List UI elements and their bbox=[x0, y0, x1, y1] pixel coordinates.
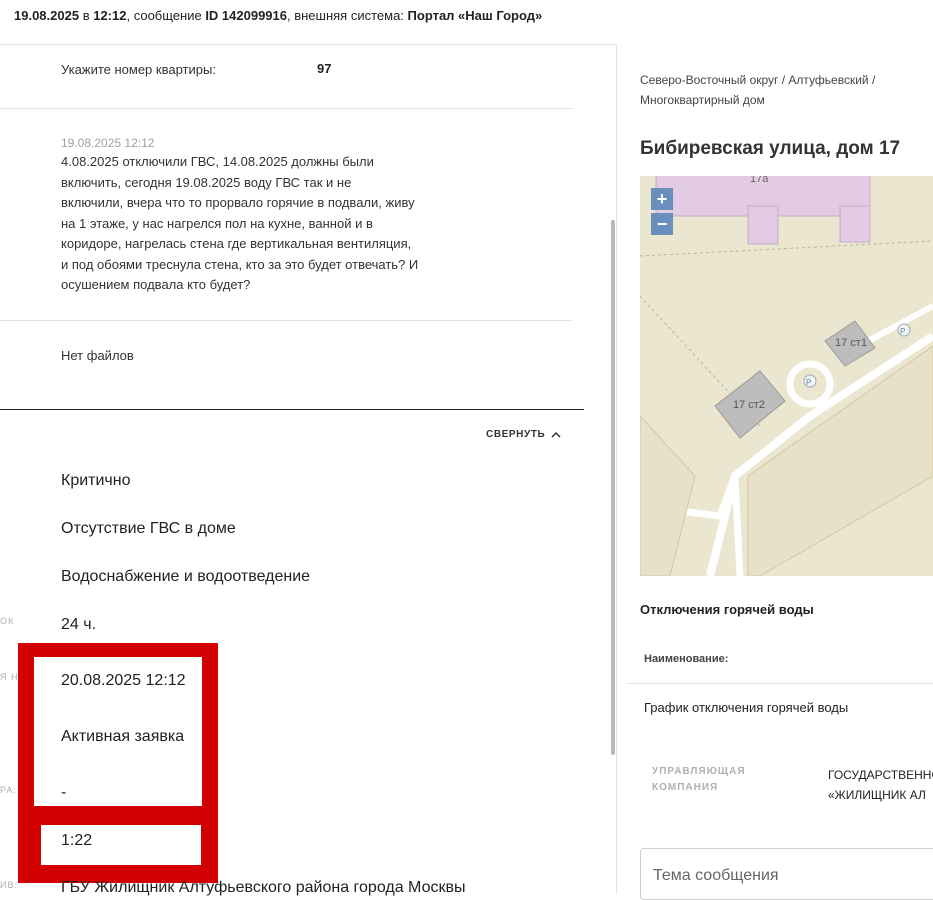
collapse-label: СВЕРНУТЬ bbox=[486, 429, 546, 440]
message-header: 19.08.2025 в 12:12, сообщение ID 1420999… bbox=[0, 0, 933, 45]
zoom-out-button[interactable]: − bbox=[651, 213, 673, 235]
apartment-label: Укажите номер квартиры: bbox=[61, 62, 216, 77]
problem-value: Отсутствие ГВС в доме bbox=[61, 520, 236, 537]
map-label-17st2: 17 ст2 bbox=[733, 399, 765, 411]
subject-input[interactable] bbox=[641, 849, 913, 885]
due-date-value: 20.08.2025 12:12 bbox=[61, 672, 186, 689]
message-line: включить, сегодня 19.08.2025 воду ГВС та… bbox=[61, 174, 352, 190]
side-label: Я Н bbox=[0, 672, 19, 682]
address-title: Бибиревская улица, дом 17 bbox=[640, 138, 901, 159]
status-value: Активная заявка bbox=[61, 728, 185, 745]
deadline-value: 24 ч. bbox=[61, 616, 97, 633]
apartment-value: 97 bbox=[317, 61, 332, 76]
map-label-parking: P bbox=[900, 327, 905, 336]
mgmt-company-label: УПРАВЛЯЮЩАЯ КОМПАНИЯ bbox=[652, 764, 746, 796]
no-files-text: Нет файлов bbox=[61, 348, 134, 363]
message-line: включили, вчера что то прорвало горячие … bbox=[61, 195, 415, 210]
message-line: на 1 этаже, у нас нагрелся пол на кухне,… bbox=[61, 215, 373, 231]
breadcrumb-line: Многоквартирный дом bbox=[640, 93, 765, 107]
breadcrumb-line: Северо-Восточный округ / Алтуфьевский / bbox=[640, 73, 876, 87]
divider bbox=[628, 683, 933, 684]
header-info: 19.08.2025 в 12:12, сообщение ID 1420999… bbox=[14, 8, 542, 23]
divider bbox=[0, 320, 572, 321]
organization-value: ГБУ Жилищник Алтуфьевского района города… bbox=[61, 879, 466, 896]
message-timestamp: 19.08.2025 12:12 bbox=[61, 136, 155, 150]
chevron-up-icon bbox=[551, 431, 561, 438]
schedule-link[interactable]: График отключения горячей воды bbox=[644, 700, 848, 715]
mgmt-label-line: УПРАВЛЯЮЩАЯ bbox=[652, 766, 746, 777]
map-view[interactable]: 17а 17 ст2 17 ст1 P P + − bbox=[640, 176, 933, 576]
scrollbar-thumb[interactable] bbox=[611, 220, 615, 755]
message-text: 4.08.2025 отключили ГВС, 14.08.2025 долж… bbox=[61, 152, 481, 296]
map-label-17st1: 17 ст1 bbox=[835, 337, 867, 349]
mgmt-value-line: «ЖИЛИЩНИК АЛ bbox=[828, 788, 926, 802]
header-message-id: ID 142099916 bbox=[205, 8, 287, 23]
message-line: осушением подвала кто будет? bbox=[61, 277, 251, 292]
outage-title: Отключения горячей воды bbox=[640, 602, 814, 617]
section-divider bbox=[0, 409, 584, 410]
header-msg-prefix: , сообщение bbox=[126, 8, 206, 23]
side-label: ОК bbox=[0, 616, 15, 626]
map-label-parking: P bbox=[806, 378, 811, 387]
side-label: ИВ: bbox=[0, 880, 18, 890]
mgmt-label-line: КОМПАНИЯ bbox=[652, 782, 719, 793]
header-system-name: Портал «Наш Город» bbox=[407, 8, 543, 23]
zoom-in-button[interactable]: + bbox=[651, 188, 673, 210]
side-label: РА: bbox=[0, 785, 17, 795]
collapse-button[interactable]: СВЕРНУТЬ bbox=[486, 429, 561, 440]
header-date: 19.08.2025 bbox=[14, 8, 80, 23]
header-system-prefix: , внешняя система: bbox=[287, 8, 408, 23]
map-canvas: 17а 17 ст2 17 ст1 P P bbox=[640, 176, 933, 576]
mgmt-value-line: ГОСУДАРСТВЕННОЕ bbox=[828, 768, 933, 782]
message-line: и под обоями треснула стена, кто за это … bbox=[61, 256, 419, 272]
subject-field[interactable] bbox=[640, 848, 933, 900]
header-time: 12:12 bbox=[93, 8, 127, 23]
message-line: 4.08.2025 отключили ГВС, 14.08.2025 долж… bbox=[61, 154, 374, 169]
elapsed-value: 1:22 bbox=[61, 832, 93, 849]
map-label-17a: 17а bbox=[750, 176, 769, 185]
divider bbox=[0, 108, 572, 109]
breadcrumb: Северо-Восточный округ / Алтуфьевский / … bbox=[640, 70, 875, 110]
header-in: в bbox=[79, 8, 94, 23]
name-column-header: Наименование: bbox=[644, 653, 729, 665]
mgmt-company-value: ГОСУДАРСТВЕННОЕ «ЖИЛИЩНИК АЛ bbox=[828, 765, 933, 805]
priority-value: Критично bbox=[61, 472, 131, 489]
dash-value: - bbox=[61, 784, 67, 801]
category-value: Водоснабжение и водоотведение bbox=[61, 568, 311, 585]
message-line: коридоре, нагрелась стена где вертикальн… bbox=[61, 236, 412, 251]
